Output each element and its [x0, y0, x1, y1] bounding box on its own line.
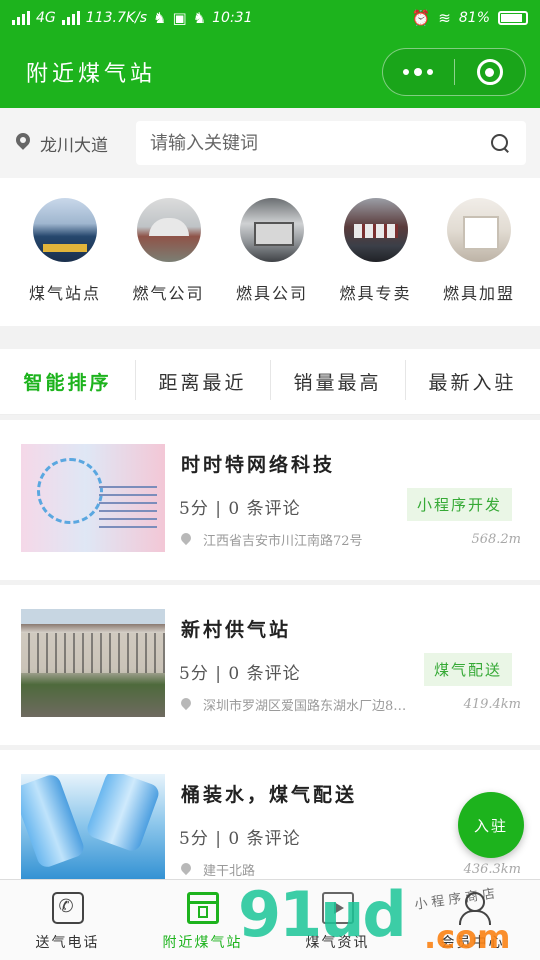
search-box[interactable] — [136, 121, 526, 165]
category-appliance-company[interactable]: 燃具公司 — [225, 198, 319, 326]
tab-label: 煤气资讯 — [305, 935, 370, 951]
location-pin-icon — [181, 863, 191, 877]
category-label: 燃具专卖 — [339, 284, 412, 303]
review-count: 0 — [228, 499, 241, 519]
distance: 568.2m — [471, 532, 521, 547]
list-item[interactable]: 新村供气站 5分 | 0 条评论 煤气配送 深圳市罗湖区爱国路东湖水厂边8… 4… — [0, 585, 540, 745]
user-icon — [457, 892, 491, 925]
tab-gas-news[interactable]: 煤气资讯 — [270, 880, 405, 960]
network-type: 4G — [36, 10, 56, 26]
news-icon — [321, 892, 354, 924]
address-text: 建干北路 — [203, 864, 256, 879]
location-pin-icon — [16, 133, 30, 153]
listing-name: 桶装水，煤气配送 — [181, 784, 358, 806]
more-button[interactable] — [383, 67, 454, 76]
notification-icon: ▣ — [172, 9, 187, 27]
review-count: 0 — [228, 664, 241, 684]
status-bar: 4G 113.7K/s ♞ ▣ ♞ 10:31 ⏰ ≋ 81% — [0, 0, 540, 36]
category-label: 燃气公司 — [132, 284, 205, 303]
listing-tag: 煤气配送 — [423, 653, 512, 686]
category-row: 煤气站点 燃气公司 燃具公司 燃具专卖 燃具加盟 — [0, 178, 540, 326]
join-button[interactable]: 入驻 — [458, 792, 524, 858]
category-appliance-franchise[interactable]: 燃具加盟 — [432, 198, 526, 326]
category-label: 燃具加盟 — [442, 284, 515, 303]
score: 5分 — [179, 499, 209, 519]
signal-icon — [12, 11, 30, 25]
review-suffix: 条评论 — [246, 499, 301, 519]
category-image — [343, 198, 408, 262]
listing-rating: 5分 | 0 条评论 — [179, 659, 301, 684]
station-list: 时时特网络科技 5分 | 0 条评论 小程序开发 江西省吉安市川江南路72号 5… — [0, 420, 540, 915]
category-label: 燃具公司 — [235, 284, 308, 303]
separator: | — [215, 499, 222, 519]
category-gas-company[interactable]: 燃气公司 — [122, 198, 216, 326]
listing-thumbnail — [21, 774, 165, 882]
clock: 10:31 — [212, 10, 253, 26]
location-pin-icon — [181, 533, 191, 547]
tab-delivery-phone[interactable]: 送气电话 — [0, 880, 135, 960]
close-button[interactable] — [455, 59, 526, 85]
listing-address: 建干北路 436.3km — [181, 860, 521, 879]
sort-smart[interactable]: 智能排序 — [0, 368, 135, 395]
review-suffix: 条评论 — [246, 829, 301, 849]
listing-thumbnail — [21, 609, 165, 717]
distance: 436.3km — [463, 862, 521, 877]
listing-name: 新村供气站 — [181, 619, 292, 641]
listing-tag: 小程序开发 — [406, 488, 512, 521]
bottom-tab-bar: 送气电话 附近煤气站 煤气资讯 会员中心 — [0, 879, 540, 960]
category-label: 煤气站点 — [28, 284, 101, 303]
sort-newest[interactable]: 最新入驻 — [405, 360, 540, 400]
network-speed: 113.7K/s — [85, 10, 148, 26]
location-pin-icon — [181, 698, 191, 712]
address-text: 江西省吉安市川江南路72号 — [203, 534, 363, 549]
phone-icon — [51, 892, 84, 924]
listing-address: 江西省吉安市川江南路72号 568.2m — [181, 530, 521, 549]
score: 5分 — [179, 829, 209, 849]
sort-best-selling[interactable]: 销量最高 — [270, 360, 405, 400]
listing-rating: 5分 | 0 条评论 — [179, 824, 301, 849]
close-target-icon — [476, 59, 503, 85]
alarm-icon: ⏰ — [411, 9, 431, 27]
tab-label: 附近煤气站 — [162, 935, 243, 951]
category-image — [447, 198, 511, 262]
battery-percent: 81% — [458, 10, 490, 26]
mini-program-capsule — [382, 48, 526, 96]
qq-icon: ♞ — [153, 9, 167, 27]
tab-nearby-stations[interactable]: 附近煤气站 — [135, 880, 270, 960]
list-item[interactable]: 时时特网络科技 5分 | 0 条评论 小程序开发 江西省吉安市川江南路72号 5… — [0, 420, 540, 580]
category-image — [33, 198, 97, 262]
sort-bar: 智能排序 距离最近 销量最高 最新入驻 — [0, 349, 540, 415]
location-label: 龙川大道 — [40, 135, 108, 156]
tab-member-center[interactable]: 会员中心 — [405, 880, 540, 960]
search-icon[interactable] — [491, 133, 510, 153]
wifi-icon: ≋ — [438, 9, 451, 27]
header: 4G 113.7K/s ♞ ▣ ♞ 10:31 ⏰ ≋ 81% 附近煤气站 — [0, 0, 540, 108]
location-selector[interactable]: 龙川大道 — [16, 131, 136, 156]
score: 5分 — [179, 664, 209, 684]
page-title: 附近煤气站 — [26, 62, 157, 87]
sort-nearest[interactable]: 距离最近 — [135, 360, 270, 400]
separator: | — [215, 664, 222, 684]
tab-label: 送气电话 — [35, 935, 100, 951]
store-icon — [186, 892, 219, 924]
listing-rating: 5分 | 0 条评论 — [179, 494, 301, 519]
separator: | — [215, 829, 222, 849]
tab-label: 会员中心 — [440, 935, 505, 951]
category-image — [240, 198, 304, 262]
listing-address: 深圳市罗湖区爱国路东湖水厂边8… 419.4km — [181, 695, 521, 714]
review-suffix: 条评论 — [246, 664, 301, 684]
listing-thumbnail — [21, 444, 165, 552]
signal-icon-2 — [61, 11, 80, 25]
listing-name: 时时特网络科技 — [181, 454, 336, 476]
category-image — [136, 198, 201, 262]
category-gas-station[interactable]: 煤气站点 — [18, 198, 112, 326]
search-input[interactable] — [150, 132, 491, 154]
qq-icon-2: ♞ — [192, 9, 207, 27]
review-count: 0 — [228, 829, 241, 849]
battery-icon — [498, 11, 528, 25]
category-appliance-store[interactable]: 燃具专卖 — [329, 198, 423, 326]
distance: 419.4km — [463, 697, 521, 712]
search-bar: 龙川大道 — [0, 108, 540, 178]
address-text: 深圳市罗湖区爱国路东湖水厂边8… — [203, 699, 407, 714]
